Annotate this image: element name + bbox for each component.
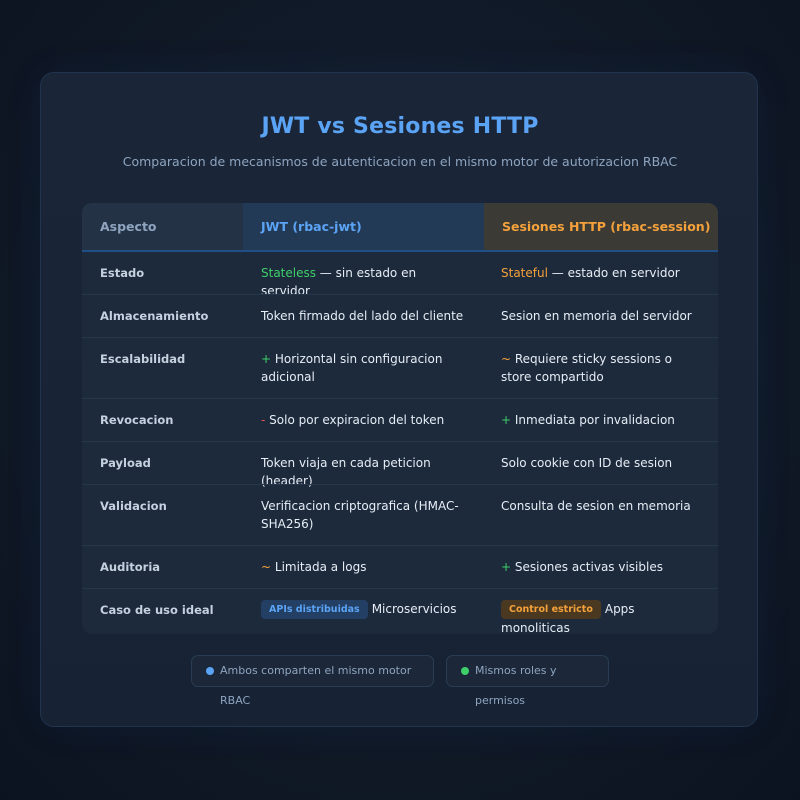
cell-text: Requiere sticky sessions o store compart…	[501, 352, 673, 384]
session-cell: Consulta de sesion en memoria	[501, 499, 691, 513]
jwt-cell: + Horizontal sin configuracion adicional	[261, 350, 466, 386]
row-aspect-label: Auditoria	[100, 560, 161, 574]
session-cell: Solo cookie con ID de sesion	[501, 456, 673, 470]
cell-text: — estado en servidor	[547, 266, 680, 280]
table-row-caso-de-uso: Caso de uso ideal APIs distribuidas Micro…	[82, 588, 718, 634]
tilde-icon: ~	[261, 560, 272, 574]
stateless-highlight: Stateless	[261, 266, 316, 280]
cell-text: Microservicios	[371, 602, 457, 616]
cell-text: Sesiones activas visibles	[511, 560, 663, 574]
row-aspect-label: Estado	[100, 266, 145, 280]
table-row-escalabilidad: Escalabilidad + Horizontal sin configura…	[82, 337, 718, 399]
header-session: Sesiones HTTP (rbac-session)	[484, 203, 718, 250]
jwt-cell: APIs distribuidas Microservicios	[261, 600, 466, 619]
row-aspect-label: Escalabilidad	[100, 352, 186, 366]
session-cell: + Sesiones activas visibles	[501, 558, 706, 576]
cell-text: Solo por expiracion del token	[265, 413, 445, 427]
table-row-estado: Estado Stateless — sin estado en servido…	[82, 252, 718, 298]
row-aspect-label: Payload	[100, 456, 151, 470]
table-row-validacion: Validacion Verificacion criptografica (H…	[82, 484, 718, 546]
row-aspect-label: Revocacion	[100, 413, 174, 427]
green-dot-icon	[461, 667, 469, 675]
row-aspect-label: Almacenamiento	[100, 309, 209, 323]
session-cell: Sesion en memoria del servidor	[501, 309, 692, 323]
table-row-auditoria: Auditoria ~ Limitada a logs + Sesiones a…	[82, 545, 718, 589]
footer-note-shared-engine: Ambos comparten el mismo motor RBAC	[191, 655, 434, 707]
cell-text: Limitada a logs	[271, 560, 367, 574]
page-subtitle: Comparacion de mecanismos de autenticaci…	[122, 154, 678, 169]
table-header: Aspecto JWT (rbac-jwt) Sesiones HTTP (rb…	[82, 203, 718, 252]
row-aspect-label: Caso de uso ideal	[100, 603, 214, 617]
cell-text: Inmediata por invalidacion	[511, 413, 675, 427]
control-estricto-badge: Control estricto	[501, 600, 601, 619]
table-row-revocacion: Revocacion - Solo por expiracion del tok…	[82, 398, 718, 442]
comparison-table: Aspecto JWT (rbac-jwt) Sesiones HTTP (rb…	[82, 203, 718, 634]
apis-distribuidas-badge: APIs distribuidas	[261, 600, 368, 619]
table-row-payload: Payload Token viaja en cada peticion (he…	[82, 441, 718, 488]
jwt-cell: ~ Limitada a logs	[261, 558, 466, 576]
session-cell: + Inmediata por invalidacion	[501, 411, 706, 429]
header-jwt: JWT (rbac-jwt)	[243, 203, 484, 250]
session-cell: Stateful — estado en servidor	[501, 264, 706, 282]
stateful-highlight: Stateful	[501, 266, 548, 280]
blue-dot-icon	[206, 667, 214, 675]
cell-text: Horizontal sin configuracion adicional	[261, 352, 443, 384]
jwt-cell: - Solo por expiracion del token	[261, 411, 466, 429]
plus-icon: +	[261, 352, 272, 366]
table-row-almacenamiento: Almacenamiento Token firmado del lado de…	[82, 294, 718, 338]
jwt-cell: Verificacion criptografica (HMAC-SHA256)	[261, 499, 459, 531]
tilde-icon: ~	[501, 352, 512, 366]
page-title: JWT vs Sesiones HTTP	[261, 114, 539, 139]
session-cell: Control estricto Apps monoliticas	[501, 600, 706, 634]
header-aspect: Aspecto	[82, 203, 243, 250]
session-cell: ~ Requiere sticky sessions o store compa…	[501, 350, 706, 386]
plus-icon: +	[501, 413, 512, 427]
footer-note-same-roles: Mismos roles y permisos	[446, 655, 609, 707]
row-aspect-label: Validacion	[100, 499, 167, 513]
jwt-cell: Token firmado del lado del cliente	[261, 309, 464, 323]
plus-icon: +	[501, 560, 512, 574]
